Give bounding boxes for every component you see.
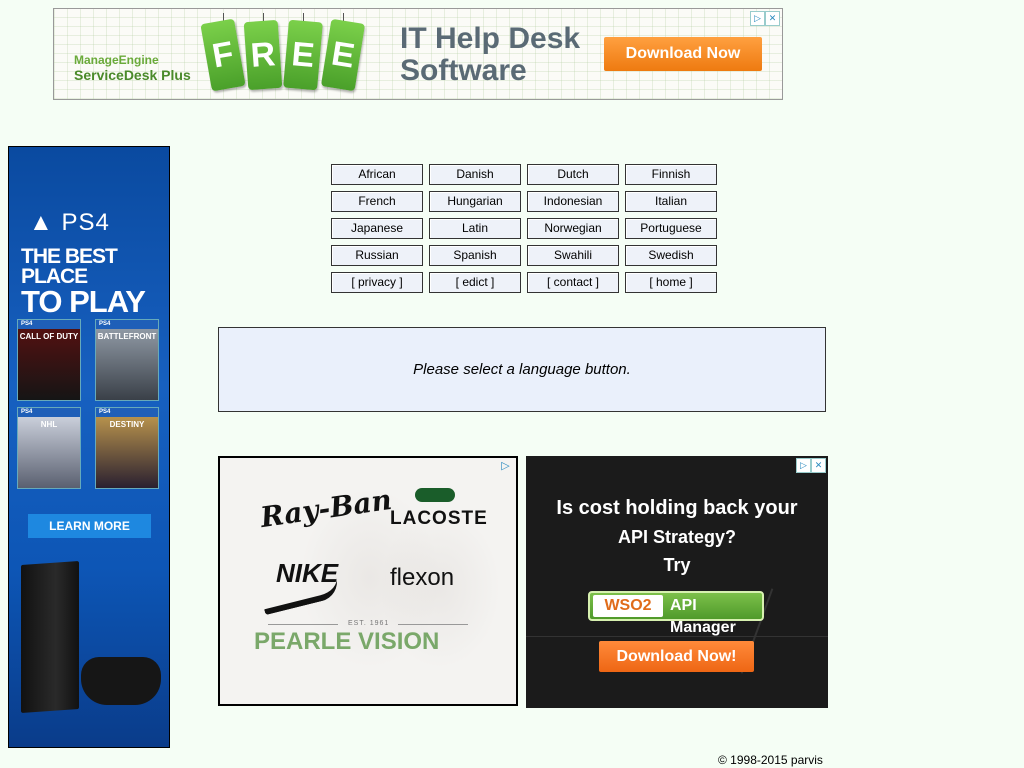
game-box-nhl: PS4 NHL — [17, 407, 81, 489]
game-box-battlefront: PS4 BATTLEFRONT — [95, 319, 159, 401]
lacoste-logo: LACOSTE — [390, 508, 488, 529]
headline-line: IT Help Desk — [400, 22, 581, 55]
lacoste-croc-icon — [415, 488, 455, 502]
playstation-icon: ▲ — [29, 209, 54, 236]
est-1961-label: EST. 1961 — [348, 620, 390, 627]
language-button-danish[interactable]: Danish — [429, 164, 521, 185]
select-language-message: Please select a language button. — [413, 361, 631, 378]
divider — [398, 624, 468, 625]
ps4-tagline: THE BEST PLACE TO PLAY — [21, 245, 166, 319]
download-now-button[interactable]: Download Now — [604, 37, 762, 71]
flexon-logo: flexon — [390, 564, 455, 591]
ps4-skyscraper-ad[interactable]: ▲ PS4 THE BEST PLACE TO PLAY PS4 CALL OF… — [8, 146, 170, 748]
home-link-button[interactable]: [ home ] — [625, 272, 717, 293]
game-box-call-of-duty: PS4 CALL OF DUTY — [17, 319, 81, 401]
game-title: CALL OF DUTY — [19, 332, 79, 341]
pearle-vision-ad[interactable]: Ray-Ban LACOSTE NIKE flexon EST. 1961 PE… — [218, 456, 518, 706]
edict-link-button[interactable]: [ edict ] — [429, 272, 521, 293]
wso2-try-label: Try — [663, 555, 691, 575]
language-button-swahili[interactable]: Swahili — [527, 245, 619, 266]
tagline-line: TO PLAY — [21, 284, 146, 319]
wso2-logo: WSO2 — [593, 595, 663, 617]
ps4-logo-text: PS4 — [61, 209, 110, 236]
pearle-vision-logo: PEARLE VISION — [254, 628, 440, 655]
ad-headline: IT Help Desk Software — [400, 23, 580, 87]
free-tag-letter: E — [320, 18, 366, 92]
ps4-logo: ▲ PS4 — [29, 209, 110, 237]
game-title: DESTINY — [109, 420, 145, 429]
wso2-subheadline: API Strategy? — [617, 527, 737, 547]
ps4-badge: PS4 — [18, 320, 80, 329]
language-button-italian[interactable]: Italian — [625, 191, 717, 212]
close-icon[interactable]: ✕ — [811, 458, 826, 473]
language-button-indonesian[interactable]: Indonesian — [527, 191, 619, 212]
ps4-controller-image — [81, 657, 161, 705]
language-button-norwegian[interactable]: Norwegian — [527, 218, 619, 239]
language-button-swedish[interactable]: Swedish — [625, 245, 717, 266]
language-button-portuguese[interactable]: Portuguese — [625, 218, 717, 239]
game-box-destiny: PS4 DESTINY — [95, 407, 159, 489]
learn-more-button[interactable]: LEARN MORE — [28, 514, 151, 538]
servicedesk-product: ServiceDesk Plus — [74, 67, 191, 83]
tagline-line: THE BEST PLACE — [21, 245, 118, 288]
privacy-link-button[interactable]: [ privacy ] — [331, 272, 423, 293]
free-tag-letter: F — [200, 18, 246, 92]
language-button-latin[interactable]: Latin — [429, 218, 521, 239]
game-title: BATTLEFRONT — [97, 332, 157, 341]
adchoices-icon[interactable]: ▷ — [796, 458, 811, 473]
manageengine-brand: ManageEngine — [74, 53, 159, 67]
language-button-hungarian[interactable]: Hungarian — [429, 191, 521, 212]
language-button-finnish[interactable]: Finnish — [625, 164, 717, 185]
wso2-api-manager-badge: WSO2 API Manager — [588, 591, 764, 636]
wso2-api-manager-ad[interactable]: Is cost holding back your API Strategy? … — [526, 456, 828, 708]
language-button-spanish[interactable]: Spanish — [429, 245, 521, 266]
free-tag-letter: R — [243, 19, 283, 91]
ps4-badge: PS4 — [18, 408, 80, 417]
contact-link-button[interactable]: [ contact ] — [527, 272, 619, 293]
language-button-russian[interactable]: Russian — [331, 245, 423, 266]
free-tag-letter: E — [283, 19, 323, 91]
language-button-japanese[interactable]: Japanese — [331, 218, 423, 239]
ps4-console-image — [21, 560, 79, 714]
divider — [268, 624, 338, 625]
adchoices-icon[interactable]: ▷ — [499, 460, 512, 473]
copyright-notice: © 1998-2015 parvis — [718, 753, 823, 767]
game-title: NHL — [40, 420, 58, 429]
headline-line: Software — [400, 54, 527, 87]
message-box: Please select a language button. — [218, 327, 826, 412]
api-manager-label: API Manager — [670, 597, 736, 636]
language-button-dutch[interactable]: Dutch — [527, 164, 619, 185]
close-icon[interactable]: ✕ — [765, 11, 780, 26]
adchoices-icon[interactable]: ▷ — [750, 11, 765, 26]
wso2-headline: Is cost holding back your — [556, 497, 798, 519]
download-now-button[interactable]: Download Now! — [599, 641, 754, 672]
free-tags: F R E E — [200, 13, 366, 95]
ps4-badge: PS4 — [96, 408, 158, 417]
ps4-badge: PS4 — [96, 320, 158, 329]
language-button-african[interactable]: African — [331, 164, 423, 185]
language-button-french[interactable]: French — [331, 191, 423, 212]
top-banner-ad[interactable]: ManageEngine ServiceDesk Plus F R E E IT… — [53, 8, 783, 100]
